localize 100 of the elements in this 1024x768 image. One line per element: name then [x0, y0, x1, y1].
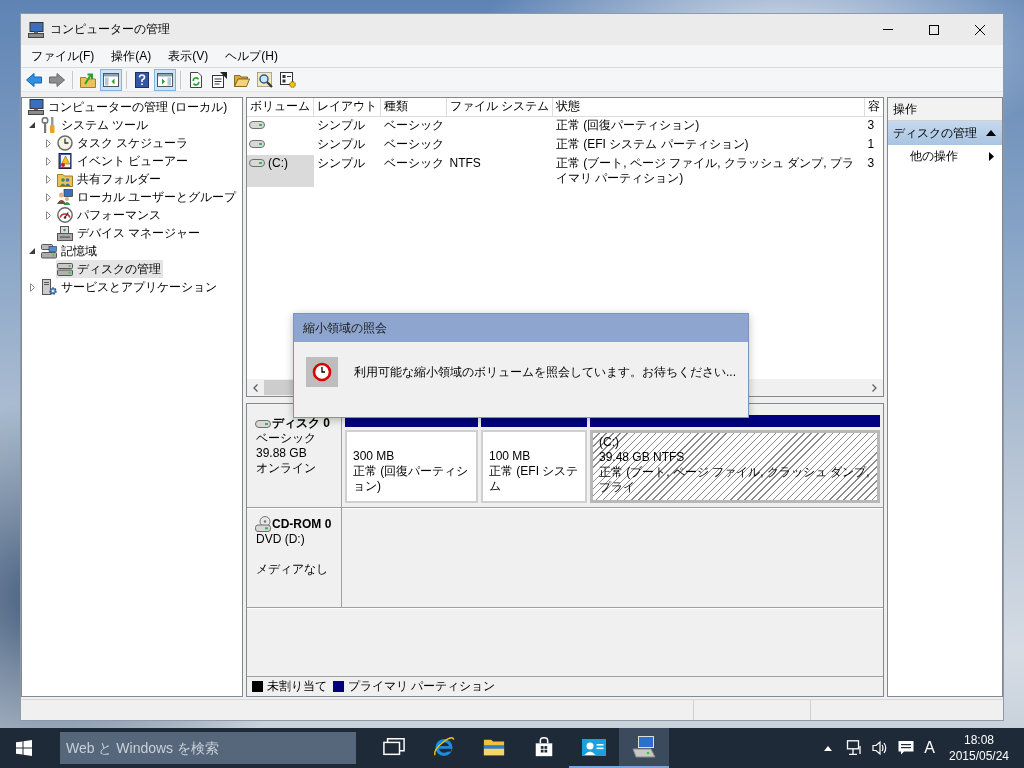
tree-item[interactable]: イベント ビューアー: [56, 152, 191, 170]
tools-icon: [41, 117, 57, 133]
column-header[interactable]: 状態: [552, 98, 865, 116]
forward-icon: [49, 71, 65, 88]
tree-item[interactable]: ローカル ユーザーとグループ: [56, 188, 239, 206]
collapsed-arrow-icon[interactable]: [46, 174, 51, 184]
collapsed-arrow-icon[interactable]: [46, 138, 51, 148]
window-title: コンピューターの管理: [50, 21, 170, 38]
table-cell: 正常 (回復パーティション): [555, 117, 700, 132]
event-log-icon: [57, 153, 73, 169]
taskbar-app-button[interactable]: [619, 728, 669, 768]
tree-item[interactable]: ディスクの管理: [56, 260, 163, 278]
column-header[interactable]: 容: [864, 98, 883, 116]
action-item[interactable]: 他の操作: [888, 145, 1002, 167]
column-header[interactable]: ボリューム: [247, 98, 314, 116]
partition-size: 39.48 GB NTFS: [599, 450, 686, 465]
windows-logo-icon: [16, 740, 32, 756]
computer-screen-icon: [632, 736, 656, 758]
shared-folder-icon: [57, 171, 73, 187]
partition-status: 正常 (EFI システム: [489, 464, 580, 494]
disk-type: ベーシック: [256, 431, 317, 446]
menu-item[interactable]: 操作(A): [103, 45, 160, 67]
server-gear-icon: [41, 279, 57, 295]
column-header[interactable]: レイアウト: [313, 98, 381, 116]
pane-left-icon: [103, 71, 119, 88]
clock-date[interactable]: 2015/05/24: [948, 748, 1010, 764]
scroll-right-icon: [872, 383, 877, 392]
task-view-icon: [382, 736, 406, 758]
table-cell: シンプル: [316, 155, 365, 170]
browser-icon: [432, 736, 456, 758]
computer-icon: [28, 21, 44, 38]
partition-label: (C:): [599, 435, 619, 449]
disk-label-panel[interactable]: CD-ROM 0 DVD (D:) メディアなし: [247, 508, 342, 607]
caret-right-icon: [989, 151, 994, 161]
tree-item[interactable]: システム ツール: [40, 116, 151, 134]
maximize-icon: [929, 24, 939, 35]
drive-icon: [255, 418, 271, 429]
speaker-icon: [872, 740, 888, 756]
search-field[interactable]: Web と Windows を検索: [60, 732, 356, 764]
back-icon: [26, 71, 42, 88]
table-cell: ベーシック: [383, 155, 444, 170]
tree-item[interactable]: 記憶域: [40, 242, 99, 260]
tree-item[interactable]: サービスとアプリケーション: [40, 278, 219, 296]
menu-item[interactable]: ファイル(F): [23, 45, 103, 67]
table-cell: 正常 (EFI システム パーティション): [555, 136, 749, 151]
minimize-icon: [883, 29, 893, 30]
table-cell: 1: [867, 136, 875, 151]
scroll-left-icon: [253, 383, 258, 392]
action-section-header[interactable]: ディスクの管理: [888, 121, 1002, 145]
table-cell: NTFS: [449, 155, 481, 170]
legend-label: プライマリ パーティション: [348, 678, 496, 695]
tree-item[interactable]: タスク スケジューラ: [56, 134, 191, 152]
users-icon: [57, 189, 73, 205]
column-header[interactable]: ファイル システム: [446, 98, 553, 116]
alarm-clock-icon: [306, 357, 338, 387]
collapsed-arrow-icon[interactable]: [46, 210, 51, 220]
menu-item[interactable]: 表示(V): [160, 45, 217, 67]
close-icon: [975, 24, 985, 35]
dialog-message: 利用可能な縮小領域のボリュームを照会しています。お待ちください...: [354, 363, 736, 381]
disk-status: オンライン: [256, 461, 317, 476]
partition-block[interactable]: 300 MB 正常 (回復パーティション): [345, 430, 478, 503]
column-header[interactable]: 種類: [380, 98, 447, 116]
message-icon: [898, 740, 914, 756]
magnifier-icon: [257, 71, 273, 88]
tree-item[interactable]: コンピューターの管理 (ローカル): [27, 98, 230, 116]
tree-item[interactable]: デバイス マネージャー: [56, 224, 203, 242]
ime-mode-indicator[interactable]: A: [924, 739, 935, 757]
table-cell[interactable]: (C:): [247, 154, 314, 187]
clock-icon: [57, 135, 73, 151]
tray-caret-icon: [824, 745, 832, 751]
drive-icon: [249, 120, 265, 130]
window-gear-icon: [280, 71, 296, 88]
printer-icon: [57, 225, 73, 241]
disk-size: 39.88 GB: [256, 446, 308, 461]
clock-time[interactable]: 18:08: [964, 732, 994, 748]
partition-size: 100 MB: [489, 449, 532, 464]
collapsed-arrow-icon[interactable]: [30, 282, 35, 292]
expanded-arrow-icon[interactable]: [29, 122, 35, 128]
menu-item[interactable]: ヘルプ(H): [217, 45, 286, 67]
cd-drive-icon: [255, 516, 271, 532]
legend-label: 未割り当て: [267, 678, 327, 695]
tree-item[interactable]: 共有フォルダー: [56, 170, 163, 188]
partition-status: 正常 (回復パーティション): [353, 464, 470, 494]
disk-type: DVD (D:): [256, 532, 306, 547]
partition-block[interactable]: 100 MB 正常 (EFI システム: [481, 430, 587, 503]
toolbar-button[interactable]: [100, 68, 122, 91]
tree-item[interactable]: パフォーマンス: [56, 206, 163, 224]
collapsed-arrow-icon[interactable]: [46, 156, 51, 166]
gauge-icon: [57, 207, 73, 223]
partition-block[interactable]: (C:) 39.48 GB NTFS 正常 (ブート, ページ ファイル, クラッシュ ダンプ, プライ: [590, 430, 880, 503]
folder-up-icon: [80, 71, 96, 88]
disk-stack-icon: [57, 261, 73, 277]
expanded-arrow-icon[interactable]: [29, 248, 35, 254]
id-card-icon: [582, 736, 606, 758]
pane-right-icon: [157, 71, 173, 88]
disk-status: メディアなし: [256, 562, 329, 577]
toolbar-button[interactable]: [154, 68, 176, 91]
collapsed-arrow-icon[interactable]: [46, 192, 51, 202]
network-icon: [846, 740, 862, 756]
table-cell: 正常 (ブート, ページ ファイル, クラッシュ ダンプ, プライマリ パーティション): [555, 155, 854, 185]
